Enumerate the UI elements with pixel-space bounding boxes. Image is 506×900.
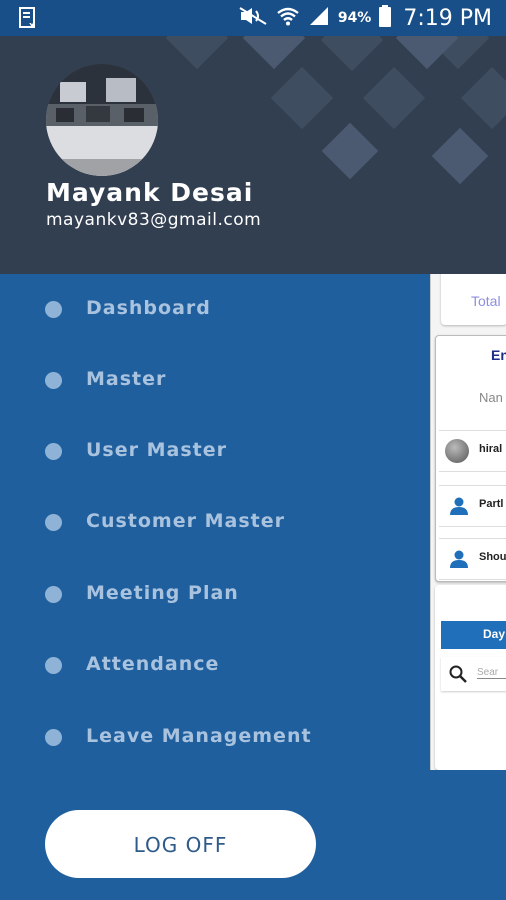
menu-item-attendance[interactable]: Attendance <box>0 638 420 694</box>
bullet-icon <box>45 372 62 389</box>
svg-text:x: x <box>29 21 35 29</box>
menu-item-label: Dashboard <box>86 297 211 319</box>
menu-item-customer-master[interactable]: Customer Master <box>0 495 420 551</box>
battery-icon <box>379 5 392 31</box>
list-item[interactable]: hiral <box>439 430 506 472</box>
menu-item-label: Attendance <box>86 653 220 675</box>
menu-item-label: Master <box>86 368 167 390</box>
logoff-button[interactable]: LOG OFF <box>45 810 316 878</box>
search-icon <box>449 665 467 687</box>
bullet-icon <box>45 586 62 603</box>
menu-item-label: User Master <box>86 439 227 461</box>
bullet-icon <box>45 443 62 460</box>
person-icon <box>449 549 469 573</box>
wifi-icon <box>276 6 300 30</box>
app-notification-icon: x <box>18 7 40 31</box>
person-icon <box>449 496 469 520</box>
mute-icon <box>238 6 268 30</box>
avatar <box>445 439 469 463</box>
bullet-icon <box>45 657 62 674</box>
search-input[interactable]: Sear <box>477 667 506 679</box>
status-bar: x 94% 7:19 PM <box>0 0 506 36</box>
menu-item-dashboard[interactable]: Dashboard <box>0 282 420 338</box>
name-column-header: Nan <box>479 390 503 405</box>
menu-item-master[interactable]: Master <box>0 353 420 409</box>
bullet-icon <box>45 301 62 318</box>
tab-day-label: Day <box>483 627 506 641</box>
menu-item-label: Leave Management <box>86 725 312 747</box>
profile-photo <box>46 64 158 176</box>
list-item-name: Partl <box>479 498 504 510</box>
signal-icon <box>308 6 330 30</box>
entry-card-title: En <box>491 347 506 363</box>
list-item-name: Shou <box>479 551 506 563</box>
list-item[interactable]: Shou <box>439 538 506 580</box>
battery-percent: 94% <box>337 10 372 26</box>
menu-item-user-master[interactable]: User Master <box>0 424 420 480</box>
menu-item-label: Meeting Plan <box>86 582 239 604</box>
logoff-label: LOG OFF <box>133 833 228 857</box>
list-item[interactable]: Partl <box>439 485 506 527</box>
total-label: Total <box>471 293 501 309</box>
search-bar[interactable]: Sear <box>441 657 506 691</box>
clock: 7:19 PM <box>403 5 492 31</box>
profile-email: mayankv83@gmail.com <box>46 210 262 230</box>
profile-name: Mayank Desai <box>46 178 254 207</box>
list-item-name: hiral <box>479 443 503 455</box>
bullet-icon <box>45 514 62 531</box>
menu-item-meeting-plan[interactable]: Meeting Plan <box>0 567 420 623</box>
bullet-icon <box>45 729 62 746</box>
profile-avatar[interactable] <box>46 64 158 176</box>
menu-item-label: Customer Master <box>86 510 285 532</box>
menu-item-leave-management[interactable]: Leave Management <box>0 710 420 766</box>
